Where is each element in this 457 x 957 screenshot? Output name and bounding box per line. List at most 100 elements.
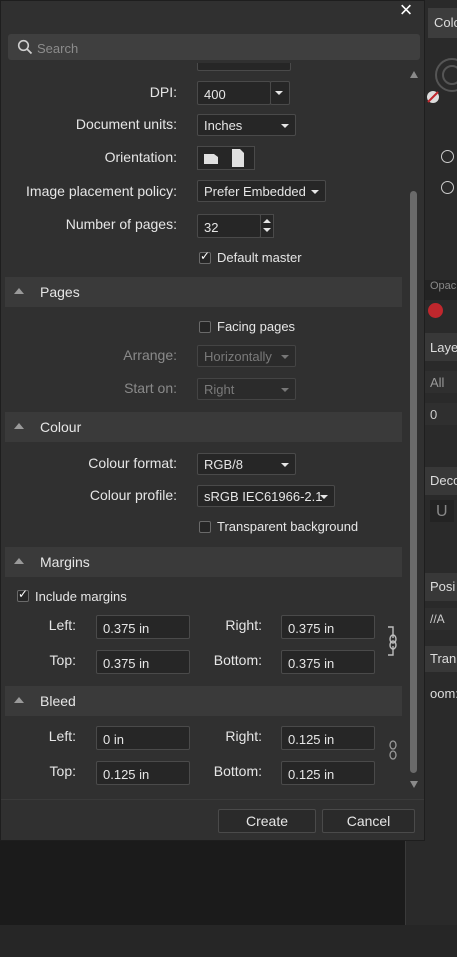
background-bottom-bar (0, 925, 457, 957)
transparent-background-label: Transparent background (217, 519, 359, 534)
colour-wheel-icon (427, 58, 457, 103)
pages-section-title: Pages (40, 284, 80, 300)
transform-tab[interactable]: Tran (424, 646, 457, 672)
stepper-up-icon[interactable] (263, 219, 271, 223)
margin-right-field[interactable]: 0.375 in (281, 615, 375, 639)
include-margins-checkbox[interactable] (17, 587, 29, 602)
create-button[interactable]: Create (218, 809, 316, 833)
colour-swatch[interactable] (428, 303, 443, 318)
colour-profile-value: sRGB IEC61966-2.1 (204, 489, 323, 504)
orientation-label: Orientation: (104, 149, 177, 165)
chevron-down-icon (281, 388, 289, 392)
underline-button[interactable]: U (430, 500, 454, 522)
image-placement-label: Image placement policy: (26, 183, 177, 199)
orientation-toggle (197, 146, 255, 170)
colour-profile-label: Colour profile: (89, 487, 177, 503)
pages-section-header[interactable]: Pages (5, 277, 402, 307)
bleed-right-label: Right: (225, 728, 262, 744)
bleed-bottom-field[interactable]: 0.125 in (281, 761, 375, 785)
collapse-icon (14, 558, 24, 564)
image-placement-value: Prefer Embedded (204, 184, 306, 199)
close-button[interactable]: × (395, 0, 417, 22)
search-input[interactable] (35, 37, 409, 59)
collapse-icon (14, 697, 24, 703)
dpi-label: DPI: (149, 84, 177, 100)
bleed-section-title: Bleed (40, 693, 76, 709)
cancel-button[interactable]: Cancel (322, 809, 415, 833)
margins-section-header[interactable]: Margins (5, 547, 402, 577)
dpi-dropdown-button[interactable] (270, 81, 290, 105)
bleed-bottom-label: Bottom: (213, 763, 262, 779)
landscape-page-icon[interactable] (204, 152, 220, 164)
arrange-value: Horizontally (204, 349, 272, 364)
link-icon[interactable] (386, 626, 400, 656)
colour-panel-tab[interactable]: Colo (428, 8, 457, 38)
arrange-select[interactable]: Horizontally (197, 345, 296, 367)
default-master-label: Default master (217, 250, 302, 265)
margin-bottom-field[interactable]: 0.375 in (281, 650, 375, 674)
default-master-checkbox[interactable] (199, 249, 211, 264)
link-broken-icon[interactable] (388, 739, 398, 761)
margin-top-field[interactable]: 0.375 in (96, 650, 190, 674)
arrange-label: Arrange: (123, 347, 177, 363)
bleed-section-header[interactable]: Bleed (5, 686, 402, 716)
scrollbar-thumb[interactable] (410, 191, 417, 773)
facing-pages-checkbox[interactable] (199, 321, 211, 333)
bleed-left-field[interactable]: 0 in (96, 726, 190, 750)
bleed-right-field[interactable]: 0.125 in (281, 726, 375, 750)
transparent-background-checkbox[interactable] (199, 521, 211, 533)
margin-left-field[interactable]: 0.375 in (96, 615, 190, 639)
bleed-left-label: Left: (48, 728, 76, 744)
radio-icon[interactable] (441, 150, 454, 163)
footer-divider (1, 799, 424, 800)
bleed-top-field[interactable]: 0.125 in (96, 761, 190, 785)
start-on-value: Right (204, 382, 235, 397)
decoration-tab[interactable]: Deco (424, 467, 457, 495)
collapse-icon (14, 423, 24, 429)
dpi-field[interactable]: 400 (197, 81, 271, 105)
facing-pages-label: Facing pages (217, 319, 296, 334)
colour-format-select[interactable]: RGB/8 (197, 453, 296, 475)
layers-tab[interactable]: Laye (424, 333, 457, 361)
position-tab[interactable]: Posi (424, 573, 457, 601)
chevron-down-icon (281, 355, 289, 359)
search-icon (17, 39, 33, 55)
colour-format-label: Colour format: (88, 455, 177, 471)
document-units-value: Inches (204, 118, 243, 133)
zoom-label: oom: (424, 683, 457, 705)
document-units-select[interactable]: Inches (197, 114, 296, 136)
cut-off-field[interactable] (197, 63, 291, 71)
search-box[interactable] (8, 34, 420, 60)
portrait-page-icon[interactable] (232, 149, 244, 167)
new-document-dialog: × DPI: 400 Document units: Inches Orient… (0, 0, 425, 841)
chevron-down-icon (281, 124, 289, 128)
margin-right-label: Right: (225, 617, 262, 633)
margins-section-title: Margins (40, 554, 90, 570)
pages-stepper[interactable] (260, 214, 274, 238)
bleed-top-label: Top: (49, 763, 76, 779)
colour-format-value: RGB/8 (204, 457, 244, 472)
blend-mode-select[interactable]: All (424, 371, 457, 393)
margin-left-label: Left: (48, 617, 76, 633)
font-icon: //A (424, 608, 457, 630)
colour-section-header[interactable]: Colour (5, 412, 402, 442)
colour-profile-select[interactable]: sRGB IEC61966-2.1 (197, 485, 335, 507)
radio-icon[interactable] (441, 181, 454, 194)
scroll-down-icon[interactable] (410, 781, 418, 788)
number-of-pages-field[interactable]: 32 (197, 214, 261, 238)
chevron-down-icon (320, 495, 328, 499)
margin-top-label: Top: (49, 652, 76, 668)
image-placement-select[interactable]: Prefer Embedded (197, 180, 326, 202)
stepper-down-icon[interactable] (263, 228, 271, 232)
opacity-field[interactable]: 0 (424, 403, 457, 425)
start-on-label: Start on: (124, 380, 177, 396)
chevron-down-icon (311, 190, 319, 194)
include-margins-label: Include margins (35, 589, 127, 604)
start-on-select[interactable]: Right (197, 378, 296, 400)
settings-scroll-area[interactable]: DPI: 400 Document units: Inches Orientat… (5, 63, 402, 799)
number-of-pages-label: Number of pages: (65, 216, 177, 232)
collapse-icon (14, 288, 24, 294)
margin-bottom-label: Bottom: (213, 652, 262, 668)
chevron-down-icon (275, 91, 283, 95)
scroll-up-icon[interactable] (410, 71, 418, 78)
